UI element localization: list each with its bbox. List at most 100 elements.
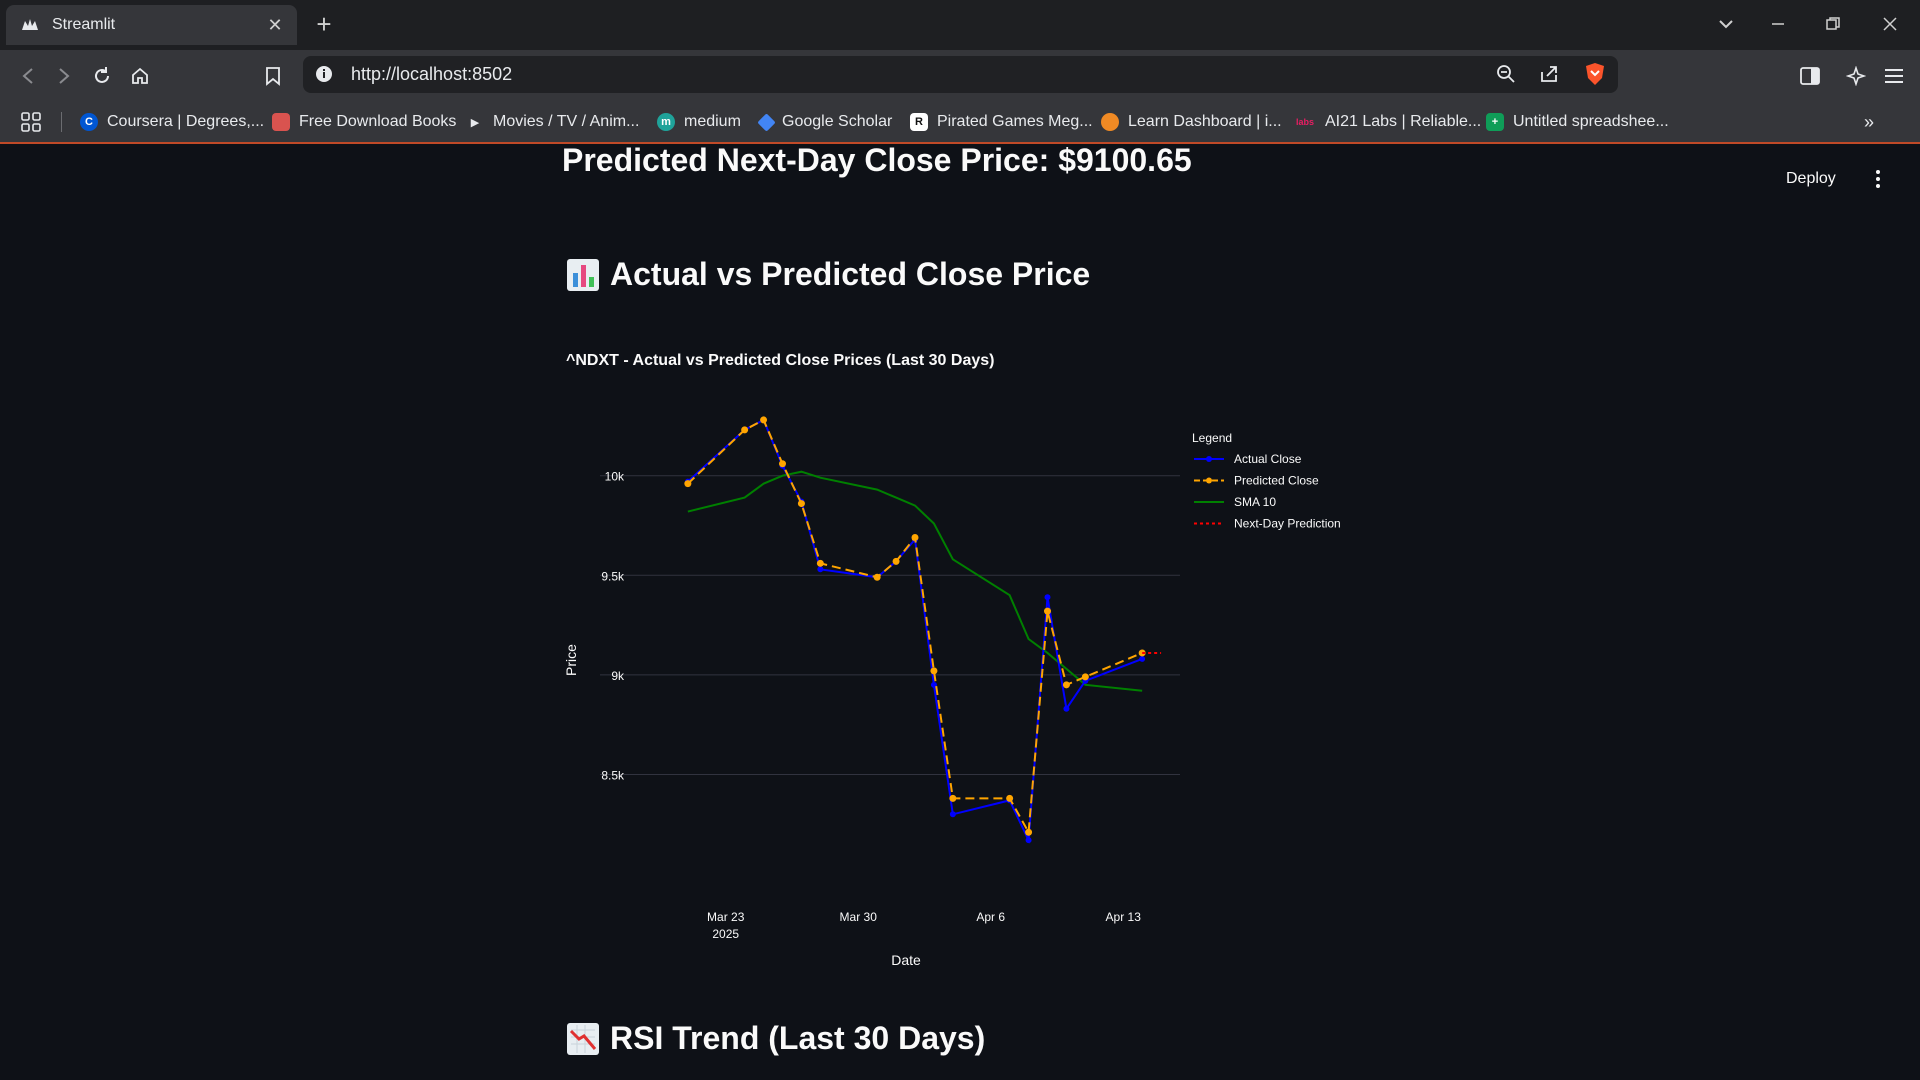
bookmark-label: Learn Dashboard | i... [1128,113,1282,130]
predicted-close-point [760,416,768,424]
bookmark-item[interactable]: + Untitled spreadshee... [1486,110,1669,134]
bookmark-icon[interactable] [257,60,289,92]
y-tick-label: 10k [605,470,625,484]
legend-marker [1206,456,1212,462]
bookmark-label: Free Download Books [299,113,457,130]
browser-tab[interactable]: Streamlit ✕ [6,5,297,45]
predicted-close-point [816,559,824,567]
bookmark-label: Untitled spreadshee... [1513,113,1669,130]
legend-label: Predicted Close [1234,474,1319,488]
reload-icon[interactable] [86,60,118,92]
actual-close-point [1025,837,1032,844]
home-icon[interactable] [124,60,156,92]
x-tick-label: Mar 30 [840,910,878,924]
actual-close-point [1063,705,1070,712]
predicted-close-point [949,794,957,802]
bookmark-label: Pirated Games Meg... [937,113,1093,130]
x-tick-labels: Mar 23 2025 Mar 30 Apr 6 Apr 13 [707,910,1141,941]
streamlit-crown-icon [22,19,38,30]
series-layer [684,416,1162,844]
close-window-icon[interactable] [1872,8,1908,40]
learn-icon [1101,113,1119,131]
bookmark-item[interactable]: Google Scholar [757,110,893,134]
bookmark-item[interactable]: C Coursera | Degrees,... [80,110,264,134]
legend-title: Legend [1192,431,1232,445]
tab-title: Streamlit [52,16,116,33]
actual-close-point [1044,594,1051,601]
minimize-icon[interactable] [1760,8,1796,40]
price-chart[interactable]: 8.5k 9k 9.5k 10k Mar 23 2025 Mar 30 Apr 6 Apr 1… [0,146,1920,1080]
x-axis-label: Date [891,952,921,968]
predicted-close-point [1044,607,1051,615]
predicted-close-line [687,418,1143,836]
zoom-icon[interactable] [1496,64,1516,84]
leo-ai-icon[interactable] [1840,60,1872,92]
more-bookmarks-icon[interactable]: » [1864,110,1874,134]
bookmark-item[interactable]: m medium [657,110,741,134]
x-tick-label: Apr 6 [976,910,1005,924]
book-icon [272,113,290,131]
gridlines [600,475,1180,775]
brave-shield-icon[interactable] [1584,62,1606,86]
legend-label: SMA 10 [1234,495,1276,509]
back-icon[interactable] [12,60,44,92]
address-bar[interactable]: http://localhost:8502 [303,56,1618,93]
legend-item-sma-10: SMA 10 [1194,495,1276,509]
y-tick-label: 8.5k [601,768,625,782]
site-info-icon[interactable] [315,65,333,83]
bookmarks-bar: C Coursera | Degrees,... Free Download Bo… [0,100,1920,144]
predicted-close-point [1081,673,1089,681]
predicted-close-point [797,500,805,508]
predicted-close-point [873,573,881,581]
predicted-close-point [911,533,919,541]
sma-10-line [687,470,1143,692]
predicted-close-point [741,426,749,434]
legend[interactable]: Legend Actual Close Predicted Close SMA 10… [1192,431,1341,531]
bookmark-label: Coursera | Degrees,... [107,113,265,130]
legend-label: Next-Day Prediction [1234,517,1341,531]
legend-item-next-day-prediction: Next-Day Prediction [1194,517,1341,531]
legend-label: Actual Close [1234,452,1302,466]
bookmark-item[interactable]: R Pirated Games Meg... [910,110,1093,134]
y-tick-label: 9.5k [601,569,625,583]
predicted-close-point [892,557,900,565]
close-tab-icon[interactable]: ✕ [265,15,285,35]
share-icon[interactable] [1539,64,1559,84]
x-tick-label: Mar 23 2025 [707,910,745,941]
bookmark-label: Google Scholar [782,113,893,130]
menu-icon[interactable] [1878,60,1910,92]
y-axis-label: Price [563,644,579,676]
ai21-icon: labs [1295,117,1314,127]
restore-icon[interactable] [1815,8,1851,40]
bookmark-item[interactable]: Learn Dashboard | i... [1101,110,1282,134]
streamlit-app: Predicted Next-Day Close Price: $9100.65… [0,146,1920,1080]
actual-close-point [949,811,956,818]
bookmark-divider [61,112,62,132]
y-tick-label: 9k [611,669,625,683]
medium-icon: m [657,113,675,131]
bookmark-item[interactable]: Free Download Books [272,110,456,134]
bookmark-label: medium [684,113,741,130]
section-heading: RSI Trend (Last 30 Days) [566,1020,985,1057]
legend-marker [1206,477,1212,484]
new-tab-button[interactable]: + [312,10,336,40]
section-title: RSI Trend (Last 30 Days) [610,1020,986,1056]
predicted-close-point [779,460,786,468]
apps-icon[interactable] [20,110,42,134]
url-text: http://localhost:8502 [351,64,513,84]
forward-icon[interactable] [48,60,80,92]
bookmark-item[interactable]: ▶ Movies / TV / Anim... [466,110,640,134]
scholar-icon [757,112,776,132]
predicted-close-point [1006,794,1014,802]
actual-close-line [687,418,1143,844]
sidebar-icon[interactable] [1794,60,1826,92]
tab-search-icon[interactable] [1708,8,1744,40]
sheets-icon: + [1486,113,1504,131]
actual-close-point [817,566,824,573]
legend-item-predicted-close: Predicted Close [1194,474,1319,488]
bookmark-item[interactable]: labs AI21 Labs | Reliable... [1294,110,1481,134]
x-tick-label: Apr 13 [1106,910,1142,924]
predicted-close-point [930,667,938,675]
y-tick-labels: 8.5k 9k 9.5k 10k [601,470,625,783]
predicted-close-point [684,480,692,488]
